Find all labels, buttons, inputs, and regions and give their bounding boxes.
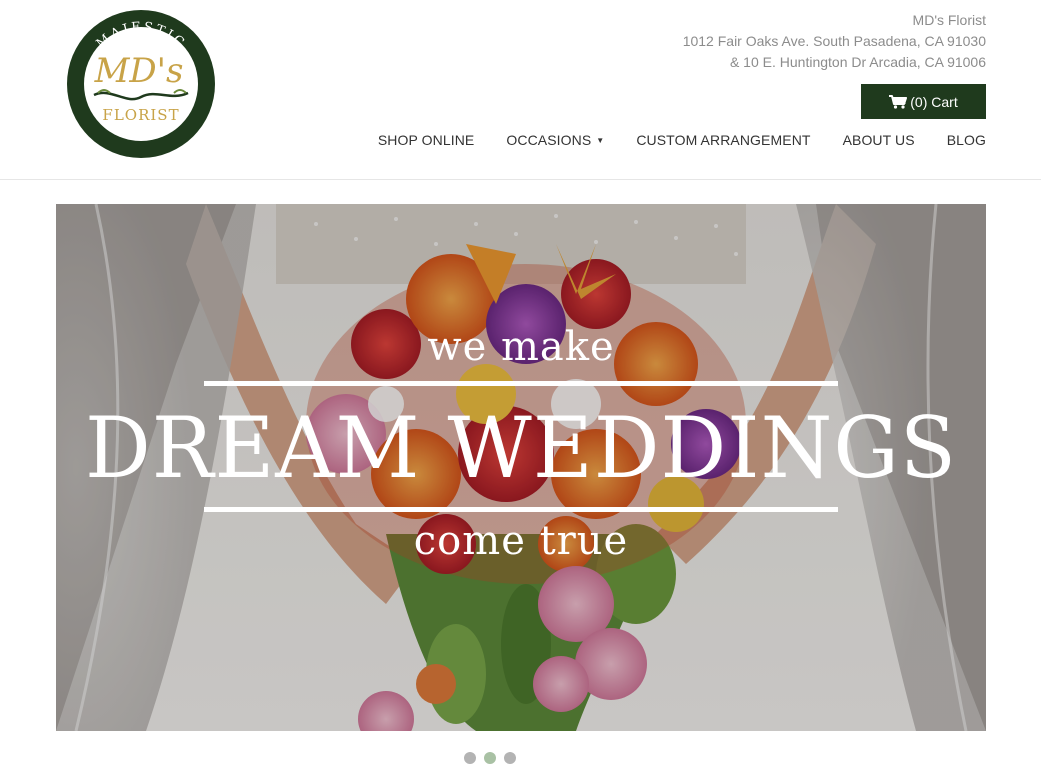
hero-banner[interactable]: we make DREAM WEDDINGS come true	[56, 204, 986, 731]
nav-label: BLOG	[946, 132, 986, 148]
nav-label: SHOP ONLINE	[377, 132, 475, 148]
contact-info: MD's Florist 1012 Fair Oaks Ave. South P…	[683, 10, 986, 73]
cart-button[interactable]: (0) Cart	[861, 84, 986, 119]
hero-divider-bottom	[204, 507, 838, 512]
hero-divider-top	[204, 381, 838, 386]
hero-headline: DREAM WEDDINGS	[84, 399, 958, 498]
nav-label: ABOUT US	[842, 132, 915, 148]
site-header: MAJESTIC DESIGN MD's FLORIST MD's Floris…	[0, 0, 1041, 180]
nav-occasions[interactable]: OCCASIONS ▼	[506, 132, 604, 148]
logo-emblem: MAJESTIC DESIGN MD's FLORIST	[67, 10, 215, 158]
slider-pagination	[464, 752, 516, 764]
hero-line-3: come true	[413, 518, 629, 564]
main-nav: SHOP ONLINE OCCASIONS ▼ CUSTOM ARRANGEME…	[378, 132, 986, 148]
logo-monogram: MD's	[94, 51, 184, 91]
address-line-1: 1012 Fair Oaks Ave. South Pasadena, CA 9…	[682, 33, 986, 49]
cart-label: (0) Cart	[910, 93, 958, 110]
shop-name: MD's Florist	[912, 12, 986, 28]
nav-label: OCCASIONS	[506, 132, 592, 148]
caret-down-icon: ▼	[596, 135, 605, 145]
slider-dot-2[interactable]	[484, 752, 496, 764]
logo-middle-text: FLORIST	[102, 106, 179, 124]
slider-dot-1[interactable]	[464, 752, 476, 764]
nav-label: CUSTOM ARRANGEMENT	[636, 132, 811, 148]
nav-shop-online[interactable]: SHOP ONLINE	[378, 132, 475, 148]
logo[interactable]: MAJESTIC DESIGN MD's FLORIST	[66, 9, 216, 159]
address-line-2: & 10 E. Huntington Dr Arcadia, CA 91006	[729, 54, 986, 70]
shopping-cart-icon	[889, 94, 908, 109]
nav-about-us[interactable]: ABOUT US	[843, 132, 915, 148]
slider-dot-3[interactable]	[504, 752, 516, 764]
nav-blog[interactable]: BLOG	[947, 132, 986, 148]
nav-custom-arrangement[interactable]: CUSTOM ARRANGEMENT	[636, 132, 810, 148]
hero-line-1: we make	[427, 324, 615, 370]
